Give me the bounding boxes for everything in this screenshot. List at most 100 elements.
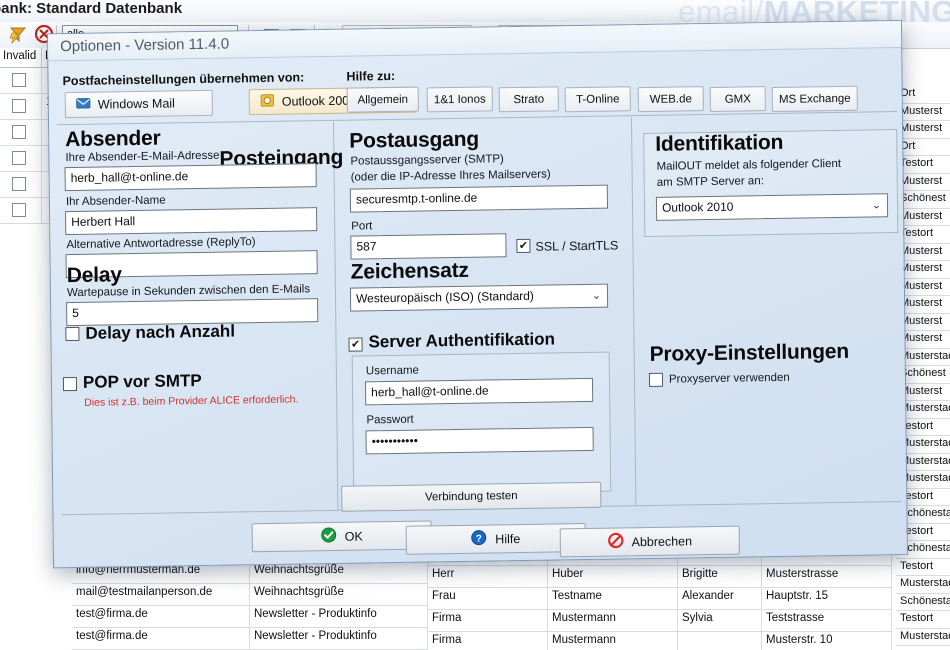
help-button-tonline[interactable]: T-Online [564,86,631,113]
table-cell-ort[interactable]: Musterstadt [896,576,950,594]
pop-before-smtp-note: Dies ist z.B. beim Provider ALICE erford… [84,393,299,409]
table-cell-subject[interactable]: Weihnachtsgrüße [250,584,428,606]
help-button-webde[interactable]: WEB.de [637,86,704,113]
server-auth-checkbox[interactable]: ✔ [348,337,363,352]
table-cell-ort[interactable]: Testort [896,558,950,576]
pop-before-smtp-checkbox[interactable] [62,376,78,392]
column-divider-1 [333,121,339,510]
column-divider-2 [630,117,637,506]
grid-header-ort[interactable]: Ort [896,86,950,104]
help-button-strato[interactable]: Strato [498,86,559,113]
help-question-icon: ? [471,530,487,549]
filter-icon[interactable] [8,24,28,45]
ok-check-icon [321,527,337,546]
row-invalid-checkbox[interactable] [12,151,26,165]
row-invalid-checkbox[interactable] [12,73,26,87]
absender-email-label: Ihre Absender-E-Mail-Adresse [65,149,220,165]
table-cell-street[interactable]: Hauptstr. 15 [762,588,892,610]
table-cell-ort[interactable]: Testort [896,611,950,629]
row-invalid-checkbox[interactable] [12,125,26,139]
table-cell-lastname[interactable]: Mustermann [548,632,678,650]
server-auth-title: Server Authentifikation [368,329,556,352]
table-cell-subject[interactable]: Newsletter - Produktinfo [250,606,428,628]
import-section-label: Postfacheinstellungen übernehmen von: [62,70,305,89]
row-invalid-checkbox[interactable] [12,177,26,191]
table-cell-ort[interactable]: Musterst [896,121,950,139]
help-button-ionos[interactable]: 1&1 Ionos [426,86,493,113]
table-cell-salutation[interactable]: Frau [428,588,548,610]
delay-section-title: Delay [66,263,122,288]
table-cell-lastname[interactable]: Mustermann [548,610,678,632]
table-cell-street[interactable]: Musterstr. 10 [762,632,892,650]
table-cell-ort[interactable]: Testort [896,156,950,174]
table-cell-lastname[interactable]: Huber [548,566,678,588]
table-cell-ort[interactable]: Schönestadt [896,593,950,611]
auth-password-input[interactable]: ••••••••••• [365,426,594,455]
identifikation-section-title: Identifikation [655,130,784,156]
help-button-msexchange[interactable]: MS Exchange [771,85,858,113]
dialog-title: Optionen - Version 11.4.0 [60,35,230,56]
row-invalid-checkbox[interactable] [12,99,26,113]
table-cell-firstname[interactable]: Brigitte [678,566,762,588]
table-cell-lastname[interactable]: Testname [548,588,678,610]
ssl-starttls-checkbox[interactable]: ✔ [516,238,531,254]
postausgang-section-title: Postausgang [349,127,480,153]
cancel-button[interactable]: Abbrechen [559,525,740,558]
table-row[interactable] [0,146,42,172]
identifikation-value: Outlook 2010 [661,199,734,215]
auth-username-input[interactable]: herb_hall@t-online.de [364,377,594,406]
table-cell-ort[interactable]: Musterstadt [896,628,950,646]
table-cell-email[interactable]: test@firma.de [72,606,250,628]
windows-mail-icon [76,96,91,114]
table-cell-email[interactable]: mail@testmailanperson.de [72,584,250,606]
chevron-down-icon: ⌄ [591,289,602,302]
zeichensatz-combo[interactable]: Westeuropäisch (ISO) (Standard) ⌄ [349,283,609,312]
table-cell-ort[interactable]: Musterst [896,173,950,191]
table-cell-email[interactable]: test@firma.de [72,628,250,650]
table-row[interactable] [0,94,42,120]
absender-section-title: Absender [65,126,161,152]
table-row[interactable] [0,68,42,94]
delay-count-checkbox[interactable] [65,326,80,342]
table-cell-street[interactable]: Teststrasse [762,610,892,632]
table-cell-firstname[interactable] [678,632,762,650]
test-connection-button[interactable]: Verbindung testen [341,481,602,512]
smtp-server-input[interactable]: securesmtp.t-online.de [349,184,609,213]
options-dialog-wrapper: Optionen - Version 11.4.0 Postfacheinste… [47,19,908,569]
table-cell-firstname[interactable]: Sylvia [678,610,762,632]
help-button-gmx[interactable]: GMX [709,86,766,112]
table-cell-salutation[interactable]: Herr [428,566,548,588]
grid-header-invalid[interactable]: Invalid [0,48,42,68]
pop-before-smtp-label: POP vor SMTP [82,371,202,392]
table-cell-salutation[interactable]: Firma [428,632,548,650]
proxy-enable-checkbox[interactable] [648,372,664,387]
port-input[interactable]: 587 [350,233,507,260]
help-button-allgemein[interactable]: Allgemein [346,86,419,113]
table-cell-salutation[interactable]: Firma [428,610,548,632]
help-section-label: Hilfe zu: [346,68,396,84]
ssl-starttls-label: SSL / StartTLS [535,238,619,254]
identifikation-combo[interactable]: Outlook 2010 ⌄ [655,193,889,221]
table-row[interactable] [0,198,42,224]
table-cell-ort[interactable]: Musterst [896,103,950,121]
table-cell-ort[interactable]: Schönest [896,191,950,209]
identifikation-desc-2: am SMTP Server an: [656,175,764,189]
import-windows-mail-button[interactable]: Windows Mail [64,89,213,119]
chevron-down-icon: ⌄ [871,199,882,212]
table-row[interactable] [0,172,42,198]
grid-header-ort[interactable]: Ort [896,138,950,156]
absender-email-input[interactable]: herb_hall@t-online.de [64,163,317,192]
row-invalid-checkbox[interactable] [12,203,26,217]
absender-name-input[interactable]: Herbert Hall [65,207,318,236]
table-cell-firstname[interactable]: Alexander [678,588,762,610]
proxy-section-title: Proxy-Einstellungen [649,339,850,366]
help-label: Hilfe [495,531,521,546]
delay-label: Wartepause in Sekunden zwischen den E-Ma… [66,283,311,300]
table-cell-subject[interactable]: Weihnachtsgrüße [250,562,428,584]
port-label: Port [351,220,373,233]
table-cell-subject[interactable]: Newsletter - Produktinfo [250,628,428,650]
svg-text:?: ? [476,534,482,545]
table-row[interactable] [0,120,42,146]
zeichensatz-value: Westeuropäisch (ISO) (Standard) [355,288,534,306]
table-cell-street[interactable]: Musterstrasse [762,566,892,588]
